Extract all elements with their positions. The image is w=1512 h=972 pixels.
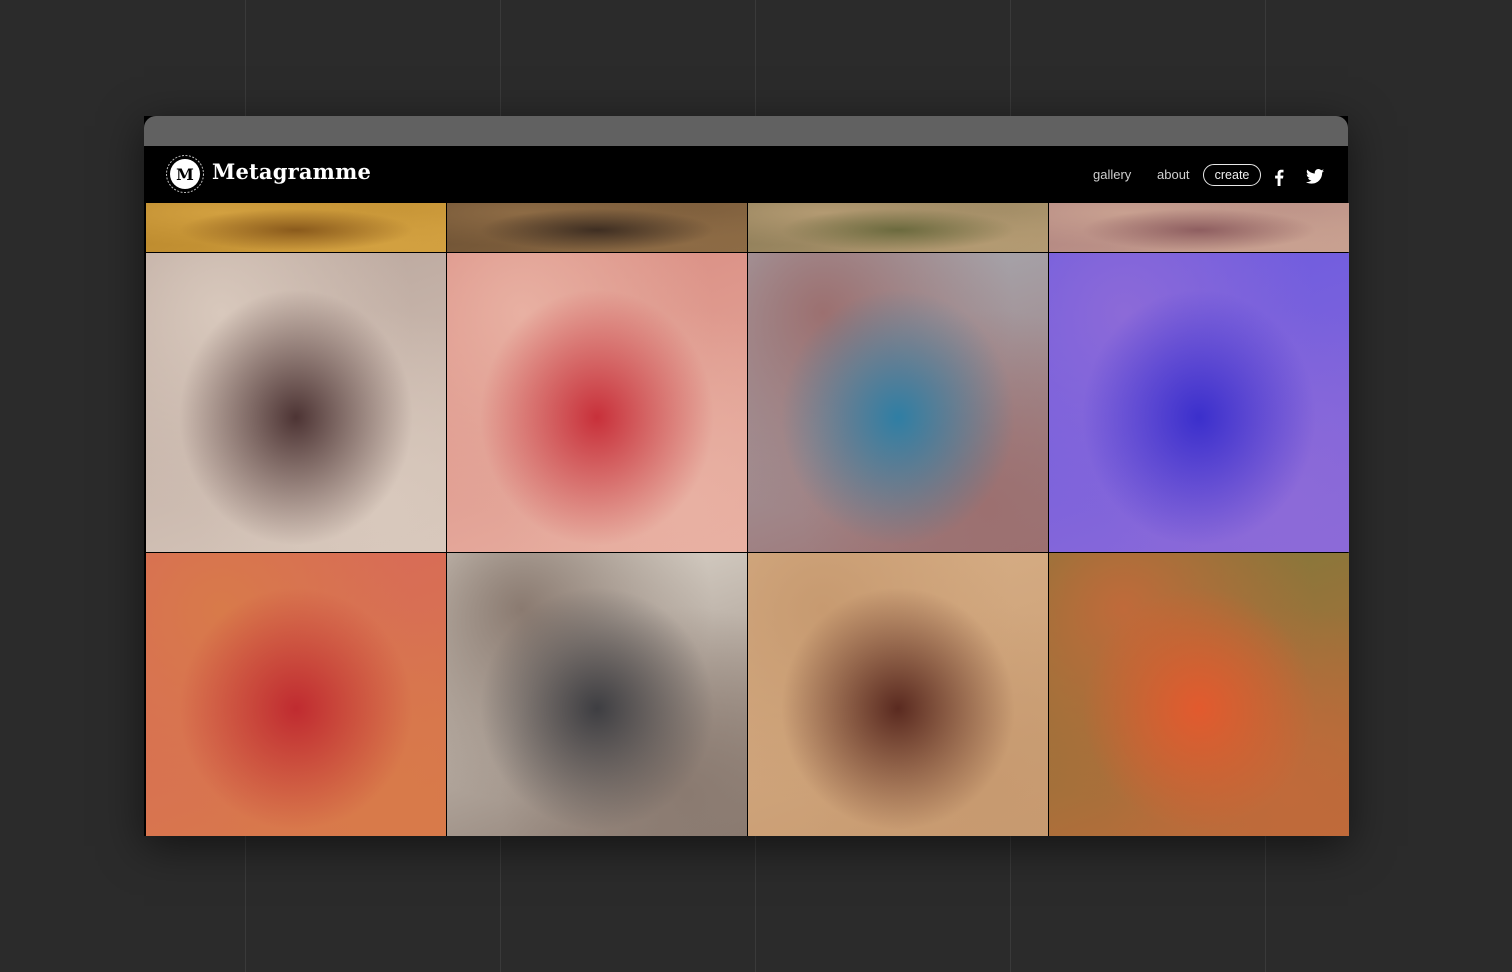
site-title[interactable]: Metagramme [212, 159, 371, 184]
facebook-icon[interactable] [1274, 169, 1284, 186]
gallery-tile[interactable] [447, 203, 747, 252]
logo-icon[interactable]: M [166, 155, 204, 193]
gallery-tile[interactable] [146, 253, 446, 552]
gallery-tile[interactable] [1049, 553, 1349, 836]
gallery-tile[interactable] [748, 253, 1048, 552]
nav-about-link[interactable]: about [1157, 167, 1190, 182]
site-navbar: M Metagramme gallery about create [144, 146, 1348, 203]
gallery-tile[interactable] [146, 203, 446, 252]
gallery-grid [146, 203, 1349, 836]
gallery-tile[interactable] [447, 553, 747, 836]
gallery-tile[interactable] [447, 253, 747, 552]
window-titlebar [144, 116, 1348, 146]
logo-letter: M [176, 165, 194, 184]
gallery-tile[interactable] [748, 553, 1048, 836]
nav-create-button[interactable]: create [1203, 164, 1261, 186]
gallery-tile[interactable] [1049, 253, 1349, 552]
gallery-tile[interactable] [146, 553, 446, 836]
nav-gallery-link[interactable]: gallery [1093, 167, 1131, 182]
gallery-tile[interactable] [1049, 203, 1349, 252]
browser-window: M Metagramme gallery about create [144, 116, 1349, 836]
twitter-icon[interactable] [1306, 169, 1324, 184]
gallery-tile[interactable] [748, 203, 1048, 252]
